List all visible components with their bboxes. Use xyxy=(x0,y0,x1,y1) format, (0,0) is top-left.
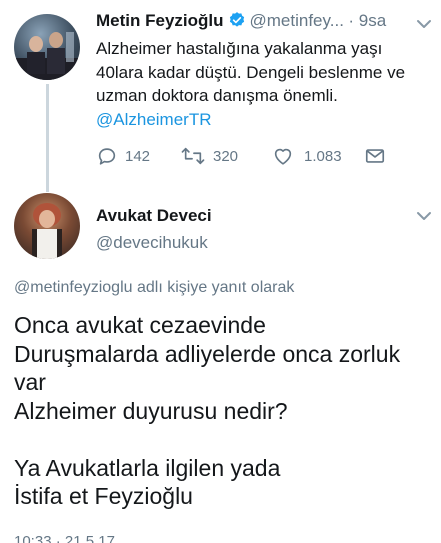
mention-link[interactable]: @AlzheimerTR xyxy=(96,110,212,129)
author-name[interactable]: Metin Feyzioğlu xyxy=(96,11,224,30)
tweet-header: Metin Feyzioğlu @metinfey... · 9sa xyxy=(96,11,431,35)
thread-connector-line xyxy=(46,84,49,192)
tweet-thread: Metin Feyzioğlu @metinfey... · 9sa Alzhei… xyxy=(0,0,441,543)
dm-icon xyxy=(365,149,385,163)
avatar[interactable] xyxy=(14,193,80,259)
chevron-down-icon[interactable] xyxy=(416,210,432,222)
tweet-timestamp[interactable]: 10:33 · 21.5.17 xyxy=(14,533,115,543)
author-handle[interactable]: @devecihukuk xyxy=(96,233,208,253)
like-button[interactable]: 1.083 xyxy=(272,145,342,167)
avatar-photo xyxy=(32,203,62,259)
reply-button[interactable]: 142 xyxy=(96,145,150,167)
retweet-icon xyxy=(181,147,205,165)
reply-count: 142 xyxy=(125,147,151,165)
author-handle[interactable]: @metinfey... xyxy=(250,11,344,30)
tweet-actions: 142 320 1.083 xyxy=(96,145,396,169)
reply-context[interactable]: @metinfeyzioglu adlı kişiye yanıt olarak xyxy=(14,279,294,297)
chevron-down-icon[interactable] xyxy=(416,18,432,30)
like-icon xyxy=(274,148,292,165)
tweet-text-body: Alzheimer hastalığına yakalanma yaşı 40l… xyxy=(96,39,406,105)
tweet-metin-feyzioglu[interactable]: Metin Feyzioğlu @metinfey... · 9sa Alzhei… xyxy=(0,0,441,195)
reply-icon xyxy=(98,148,116,165)
author-name[interactable]: Avukat Deveci xyxy=(96,206,212,226)
tweet-text: Alzheimer hastalığına yakalanma yaşı 40l… xyxy=(96,37,432,131)
tweet-text: Onca avukat cezaevinde Duruşmalarda adli… xyxy=(14,312,401,509)
avatar[interactable] xyxy=(14,14,80,80)
retweet-count: 320 xyxy=(213,147,239,165)
like-count: 1.083 xyxy=(304,147,342,165)
avatar-photo xyxy=(14,32,80,80)
retweet-button[interactable]: 320 xyxy=(181,145,238,167)
tweet-time[interactable]: · 9sa xyxy=(348,11,386,30)
verified-badge-icon xyxy=(228,11,246,29)
direct-message-button[interactable] xyxy=(364,145,386,167)
